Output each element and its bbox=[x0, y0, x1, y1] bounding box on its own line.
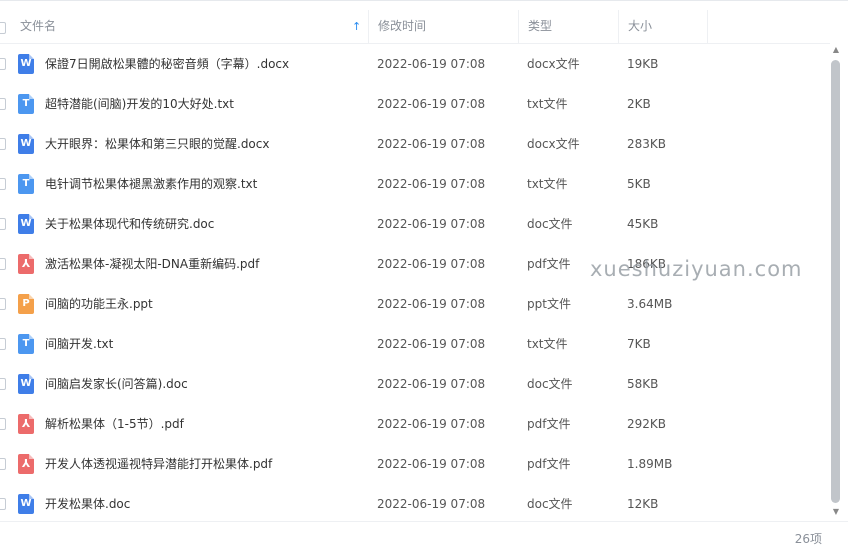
file-type: pdf文件 bbox=[527, 457, 571, 471]
pdf-file-icon: ⅄ bbox=[18, 454, 34, 474]
file-modified-time: 2022-06-19 07:08 bbox=[377, 457, 486, 471]
row-checkbox[interactable] bbox=[0, 298, 6, 310]
file-modified-time: 2022-06-19 07:08 bbox=[377, 337, 486, 351]
file-row[interactable]: W 间脑启发家长(问答篇).doc 2022-06-19 07:08 doc文件 58K… bbox=[0, 364, 830, 404]
top-divider bbox=[0, 0, 848, 1]
file-modified-time: 2022-06-19 07:08 bbox=[377, 97, 486, 111]
file-type: doc文件 bbox=[527, 497, 573, 511]
file-modified-time: 2022-06-19 07:08 bbox=[377, 377, 486, 391]
file-type: pdf文件 bbox=[527, 417, 571, 431]
row-checkbox[interactable] bbox=[0, 98, 6, 110]
file-modified-time: 2022-06-19 07:08 bbox=[377, 217, 486, 231]
file-row[interactable]: ⅄ 解析松果体（1-5节）.pdf 2022-06-19 07:08 pdf文件 292… bbox=[0, 404, 830, 444]
row-checkbox[interactable] bbox=[0, 258, 6, 270]
file-name[interactable]: 保證7日開啟松果體的秘密音頻（字幕）.docx bbox=[45, 44, 289, 84]
row-checkbox[interactable] bbox=[0, 458, 6, 470]
file-type: docx文件 bbox=[527, 57, 580, 71]
scroll-up-arrow-icon[interactable]: ▲ bbox=[830, 44, 842, 56]
file-size: 45KB bbox=[627, 217, 659, 231]
file-modified-time: 2022-06-19 07:08 bbox=[377, 417, 486, 431]
row-checkbox[interactable] bbox=[0, 378, 6, 390]
file-name[interactable]: 解析松果体（1-5节）.pdf bbox=[45, 404, 184, 444]
file-modified-time: 2022-06-19 07:08 bbox=[377, 497, 486, 511]
file-modified-time: 2022-06-19 07:08 bbox=[377, 137, 486, 151]
file-size: 3.64MB bbox=[627, 297, 673, 311]
text-file-icon: T bbox=[18, 174, 34, 194]
file-type: doc文件 bbox=[527, 217, 573, 231]
select-all-checkbox[interactable] bbox=[0, 22, 6, 34]
word-doc-icon: W bbox=[18, 494, 34, 514]
file-row[interactable]: T 超特潜能(间脑)开发的10大好处.txt 2022-06-19 07:08 txt… bbox=[0, 84, 830, 124]
file-size: 58KB bbox=[627, 377, 659, 391]
file-name[interactable]: 间脑开发.txt bbox=[45, 324, 113, 364]
file-type: pdf文件 bbox=[527, 257, 571, 271]
row-checkbox[interactable] bbox=[0, 418, 6, 430]
file-row[interactable]: T 间脑开发.txt 2022-06-19 07:08 txt文件 7KB bbox=[0, 324, 830, 364]
file-size: 2KB bbox=[627, 97, 651, 111]
column-header-name[interactable]: 文件名 bbox=[20, 10, 368, 43]
file-name[interactable]: 大开眼界：松果体和第三只眼的觉醒.docx bbox=[45, 124, 269, 164]
file-row[interactable]: ⅄ 开发人体透视遥视特异潜能打开松果体.pdf 2022-06-19 07:08 pd… bbox=[0, 444, 830, 484]
sort-ascending-icon[interactable]: ↑ bbox=[352, 10, 361, 43]
word-doc-icon: W bbox=[18, 214, 34, 234]
file-row[interactable]: W 关于松果体现代和传统研究.doc 2022-06-19 07:08 doc文件 45… bbox=[0, 204, 830, 244]
pdf-file-icon: ⅄ bbox=[18, 414, 34, 434]
file-row[interactable]: W 保證7日開啟松果體的秘密音頻（字幕）.docx 2022-06-19 07:08… bbox=[0, 44, 830, 84]
row-checkbox[interactable] bbox=[0, 338, 6, 350]
file-row[interactable]: P 间脑的功能王永.ppt 2022-06-19 07:08 ppt文件 3.64MB bbox=[0, 284, 830, 324]
file-name[interactable]: 间脑启发家长(问答篇).doc bbox=[45, 364, 188, 404]
bottom-divider bbox=[0, 521, 848, 522]
file-size: 1.89MB bbox=[627, 457, 673, 471]
file-type: doc文件 bbox=[527, 377, 573, 391]
file-modified-time: 2022-06-19 07:08 bbox=[377, 297, 486, 311]
file-size: 12KB bbox=[627, 497, 659, 511]
file-name[interactable]: 关于松果体现代和传统研究.doc bbox=[45, 204, 214, 244]
scroll-down-arrow-icon[interactable]: ▼ bbox=[830, 506, 842, 518]
row-checkbox[interactable] bbox=[0, 58, 6, 70]
file-name[interactable]: 开发人体透视遥视特异潜能打开松果体.pdf bbox=[45, 444, 272, 484]
watermark-text: xueshuziyuan.com bbox=[590, 257, 803, 281]
file-name[interactable]: 激活松果体-凝视太阳-DNA重新编码.pdf bbox=[45, 244, 259, 284]
file-list-header: 文件名 ↑ 修改时间 类型 大小 bbox=[0, 10, 830, 44]
word-doc-icon: W bbox=[18, 54, 34, 74]
file-type: ppt文件 bbox=[527, 297, 571, 311]
row-checkbox[interactable] bbox=[0, 218, 6, 230]
file-modified-time: 2022-06-19 07:08 bbox=[377, 57, 486, 71]
row-checkbox[interactable] bbox=[0, 498, 6, 510]
column-header-type[interactable]: 类型 bbox=[518, 10, 618, 43]
file-size: 283KB bbox=[627, 137, 667, 151]
word-doc-icon: W bbox=[18, 374, 34, 394]
column-header-time[interactable]: 修改时间 bbox=[368, 10, 518, 43]
file-type: txt文件 bbox=[527, 97, 568, 111]
row-checkbox[interactable] bbox=[0, 178, 6, 190]
file-row[interactable]: W 开发松果体.doc 2022-06-19 07:08 doc文件 12KB bbox=[0, 484, 830, 524]
file-modified-time: 2022-06-19 07:08 bbox=[377, 257, 486, 271]
text-file-icon: T bbox=[18, 94, 34, 114]
text-file-icon: T bbox=[18, 334, 34, 354]
file-type: txt文件 bbox=[527, 337, 568, 351]
pdf-file-icon: ⅄ bbox=[18, 254, 34, 274]
file-row[interactable]: W 大开眼界：松果体和第三只眼的觉醒.docx 2022-06-19 07:08 do… bbox=[0, 124, 830, 164]
column-header-size[interactable]: 大小 bbox=[618, 10, 708, 43]
file-size: 19KB bbox=[627, 57, 659, 71]
file-name[interactable]: 开发松果体.doc bbox=[45, 484, 130, 524]
file-size: 292KB bbox=[627, 417, 667, 431]
file-type: txt文件 bbox=[527, 177, 568, 191]
file-name[interactable]: 电针调节松果体褪黑激素作用的观察.txt bbox=[45, 164, 257, 204]
file-name[interactable]: 超特潜能(间脑)开发的10大好处.txt bbox=[45, 84, 234, 124]
file-modified-time: 2022-06-19 07:08 bbox=[377, 177, 486, 191]
vertical-scrollbar-thumb[interactable] bbox=[831, 60, 840, 503]
file-name[interactable]: 间脑的功能王永.ppt bbox=[45, 284, 153, 324]
file-size: 5KB bbox=[627, 177, 651, 191]
file-type: docx文件 bbox=[527, 137, 580, 151]
word-doc-icon: W bbox=[18, 134, 34, 154]
item-count: 26项 bbox=[794, 532, 822, 546]
file-row[interactable]: T 电针调节松果体褪黑激素作用的观察.txt 2022-06-19 07:08 txt… bbox=[0, 164, 830, 204]
file-size: 7KB bbox=[627, 337, 651, 351]
row-checkbox[interactable] bbox=[0, 138, 6, 150]
powerpoint-icon: P bbox=[18, 294, 34, 314]
